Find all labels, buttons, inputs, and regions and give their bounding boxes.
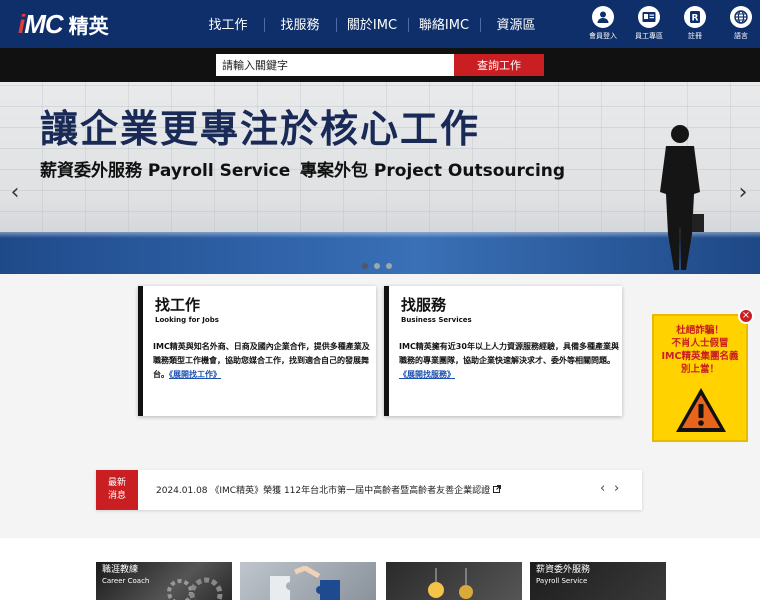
tile-subtitle: Career Coach [102, 577, 150, 585]
card-subtitle: Business Services [401, 316, 472, 324]
banner-subtitle-outsourcing: 專案外包 Project Outsourcing [300, 161, 566, 181]
logo-text: 精英 [68, 13, 109, 38]
banner-dot[interactable] [362, 263, 368, 269]
warning-line4: 別上當！ [680, 364, 719, 375]
banner-next-arrow[interactable]: › [734, 182, 752, 204]
nav-find-service[interactable]: 找服務 [264, 0, 336, 48]
news-tag-line1: 最新 [107, 478, 126, 488]
card-title: 找服務 [401, 296, 447, 314]
news-tag: 最新 消息 [96, 470, 138, 510]
hero-banner: 讓企業更專注於核心工作 薪資委外服務 Payroll Service 專案外包 … [0, 82, 760, 274]
warning-triangle-icon [676, 388, 726, 432]
main-nav: 找工作 找服務 關於IMC 聯絡IMC 資源區 [192, 0, 552, 48]
businessman-silhouette [660, 125, 704, 270]
header-tools: 會員登入 員工專區 R 註冊 語言 [580, 6, 760, 41]
card-text: IMC精英擁有近30年以上人力資源服務經驗，具備多種產業與職務的專業團隊，協助企… [399, 340, 619, 382]
tile-title: 薪資委外服務 [536, 565, 591, 575]
news-next-button[interactable]: › [614, 481, 619, 496]
banner-prev-arrow[interactable]: ‹ [6, 182, 24, 204]
id-card-icon [638, 6, 660, 28]
logo-mark: iMC [18, 8, 64, 39]
news-tag-line2: 消息 [107, 491, 126, 501]
service-tile-ideas[interactable] [386, 562, 522, 600]
warning-line1: 杜絕詐騙！ [676, 325, 724, 336]
tile-label: 薪資委外服務 Payroll Service [536, 565, 590, 587]
banner-dot[interactable] [386, 263, 392, 269]
nav-resources[interactable]: 資源區 [480, 0, 552, 48]
warning-message: 杜絕詐騙！ 不肖人士假冒 IMC精英集團名義 別上當！ [654, 324, 746, 376]
search-input[interactable] [216, 54, 454, 76]
search-button[interactable]: 查詢工作 [454, 54, 544, 76]
close-icon[interactable]: × [738, 308, 754, 324]
member-login-button[interactable]: 會員登入 [580, 6, 626, 41]
card-description: IMC精英擁有近30年以上人力資源服務經驗，具備多種產業與職務的專業團隊，協助企… [399, 342, 619, 365]
warning-line3: IMC精英集團名義 [661, 351, 739, 362]
globe-icon [730, 6, 752, 28]
find-job-card[interactable]: 找工作 Looking for Jobs IMC精英與知名外商、日商及國內企業合… [138, 286, 376, 416]
news-prev-button[interactable]: ‹ [600, 481, 605, 496]
tile-title: 職涯教練 [102, 565, 139, 575]
find-job-link[interactable]: 《展開找工作》 [169, 370, 221, 379]
staff-area-label: 員工專區 [635, 32, 663, 40]
banner-dot[interactable] [374, 263, 380, 269]
payroll-service-tile[interactable]: 薪資委外服務 Payroll Service [530, 562, 666, 600]
find-service-card[interactable]: 找服務 Business Services IMC精英擁有近30年以上人力資源服… [384, 286, 622, 416]
card-subtitle: Looking for Jobs [155, 316, 219, 324]
register-button[interactable]: R 註冊 [672, 6, 718, 41]
lightbulbs-icon [428, 568, 473, 599]
banner-title: 讓企業更專注於核心工作 [40, 107, 481, 151]
language-button[interactable]: 語言 [718, 6, 760, 41]
service-tile-puzzle[interactable] [240, 562, 376, 600]
news-item[interactable]: 2024.01.08 《IMC精英》榮獲 112年台北市第一屆中高齡者暨高齡者友… [156, 483, 502, 496]
imc-logo[interactable]: iMC 精英 [18, 8, 109, 39]
banner-subtitle-payroll: 薪資委外服務 Payroll Service [40, 161, 291, 181]
svg-text:R: R [692, 14, 699, 24]
service-tiles: 職涯教練 Career Coach 薪資委外服務 Payroll Service [0, 538, 760, 600]
nav-find-job[interactable]: 找工作 [192, 0, 264, 48]
user-icon [592, 6, 614, 28]
register-icon: R [684, 6, 706, 28]
language-label: 語言 [734, 32, 748, 40]
news-ticker: 最新 消息 2024.01.08 《IMC精英》榮獲 112年台北市第一屆中高齡… [96, 470, 642, 510]
nav-about[interactable]: 關於IMC [336, 0, 408, 48]
staff-area-button[interactable]: 員工專區 [626, 6, 672, 41]
career-coach-tile[interactable]: 職涯教練 Career Coach [96, 562, 232, 600]
warning-line2: 不肖人士假冒 [671, 338, 729, 349]
scam-warning-popup[interactable]: × 杜絕詐騙！ 不肖人士假冒 IMC精英集團名義 別上當！ [652, 308, 754, 442]
card-text: IMC精英與知名外商、日商及國內企業合作，提供多種產業及職務類型工作機會，協助您… [153, 340, 373, 382]
external-link-icon [493, 485, 502, 493]
register-label: 註冊 [688, 32, 702, 40]
main-section: 找工作 Looking for Jobs IMC精英與知名外商、日商及國內企業合… [0, 274, 760, 538]
tile-subtitle: Payroll Service [536, 577, 588, 585]
banner-dots [362, 263, 392, 269]
card-title: 找工作 [155, 296, 201, 314]
search-bar: 查詢工作 [0, 48, 760, 82]
top-header: iMC 精英 找工作 找服務 關於IMC 聯絡IMC 資源區 會員登入 員工專區… [0, 0, 760, 48]
find-service-link[interactable]: 《展開找服務》 [399, 370, 455, 379]
news-item-text: 2024.01.08 《IMC精英》榮獲 112年台北市第一屆中高齡者暨高齡者友… [156, 486, 491, 496]
tile-label: 職涯教練 Career Coach [102, 565, 149, 587]
nav-contact[interactable]: 聯絡IMC [408, 0, 480, 48]
puzzle-icon [270, 566, 340, 600]
gears-icon [167, 577, 223, 600]
member-login-label: 會員登入 [589, 32, 617, 40]
